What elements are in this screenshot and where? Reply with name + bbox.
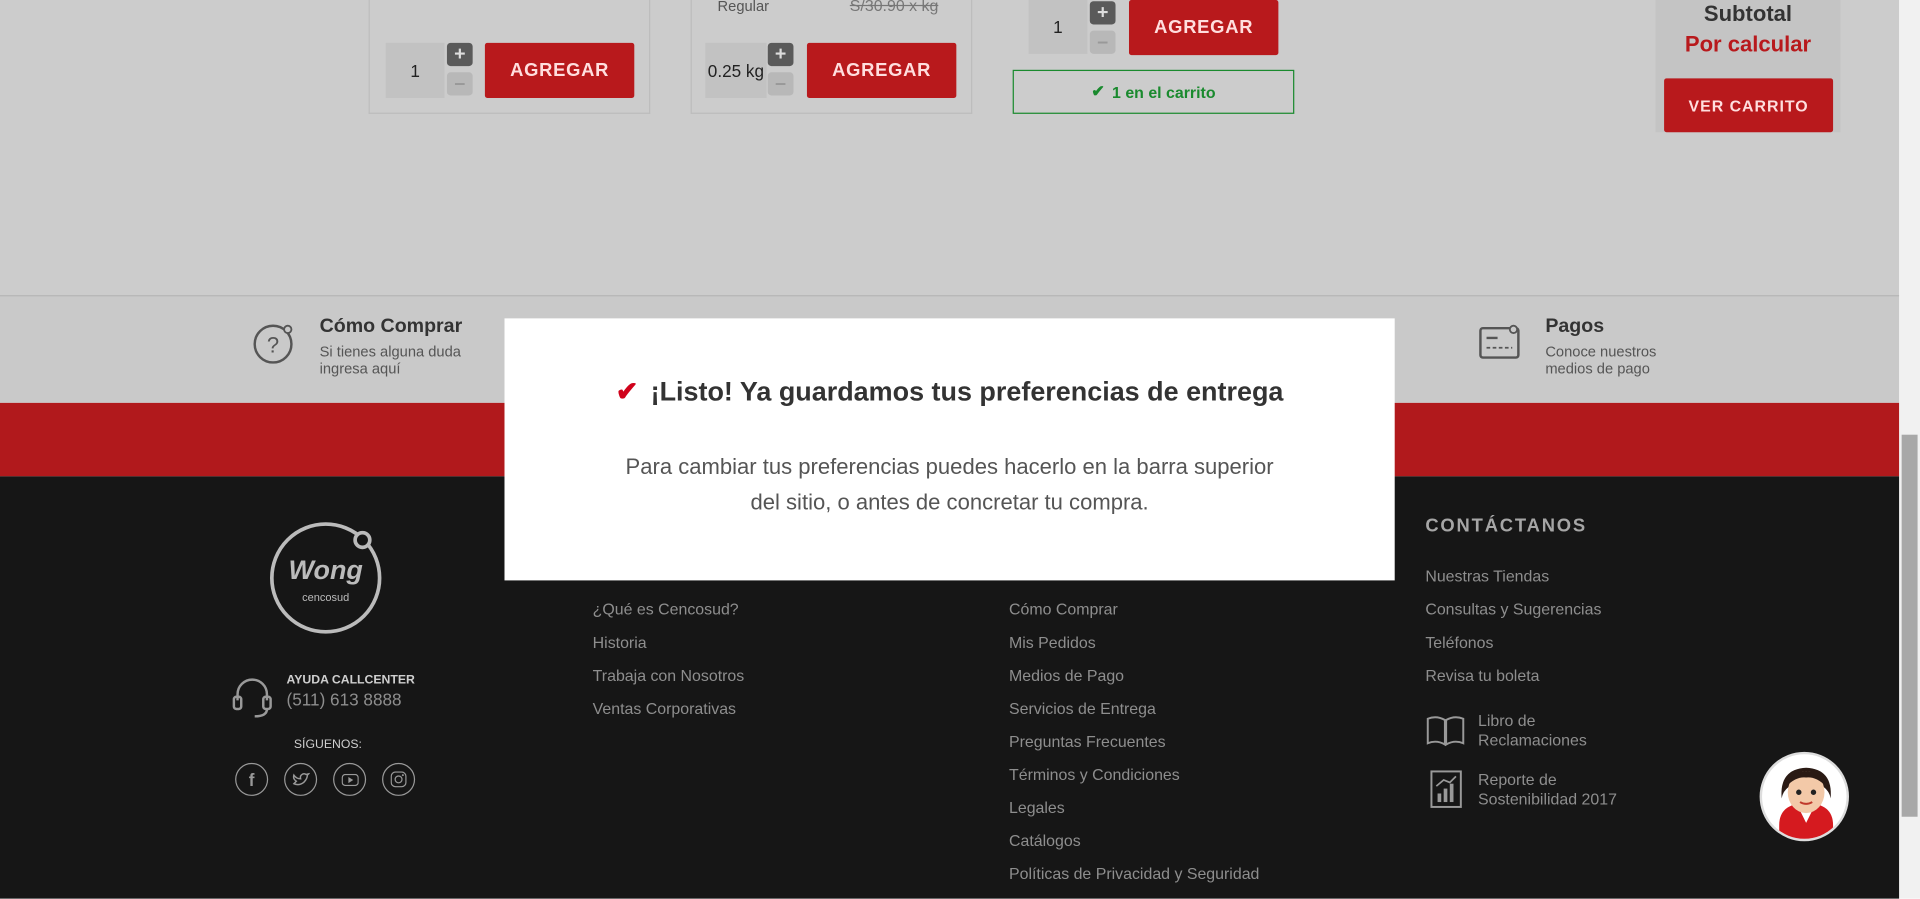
how-to-buy-line2: ingresa aquí — [319, 360, 401, 378]
payments-line1: Conoce nuestros — [1545, 342, 1657, 361]
view-cart-button[interactable]: VER CARRITO — [1664, 78, 1834, 133]
complaints-link-line1[interactable]: Libro de — [1478, 711, 1536, 729]
complaints-link-line2[interactable]: Reclamaciones — [1478, 731, 1587, 749]
footer-link[interactable]: Catálogos — [1009, 831, 1081, 849]
facebook-icon[interactable]: f — [235, 762, 269, 796]
add-to-cart-button[interactable]: AGREGAR — [1128, 0, 1279, 56]
add-to-cart-button[interactable]: AGREGAR — [806, 42, 957, 98]
footer-link[interactable]: Ventas Corporativas — [593, 699, 736, 717]
in-cart-indicator: ✔ 1 en el carrito — [1012, 69, 1295, 114]
in-cart-text: 1 en el carrito — [1112, 82, 1216, 102]
footer-link[interactable]: Términos y Condiciones — [1009, 765, 1180, 783]
chat-assistant-button[interactable] — [1759, 751, 1849, 842]
price-label: Regular — [717, 0, 770, 15]
footer-link[interactable]: Servicios de Entrega — [1009, 699, 1156, 717]
footer-link[interactable]: Preguntas Frecuentes — [1009, 732, 1166, 750]
footer-link[interactable]: Cómo Comprar — [1009, 600, 1118, 618]
instagram-icon[interactable] — [382, 762, 416, 796]
payments-line2: medios de pago — [1545, 360, 1650, 378]
footer-link[interactable]: Teléfonos — [1425, 633, 1493, 651]
footer-link[interactable]: Historia — [593, 633, 647, 651]
increment-button[interactable]: + — [446, 42, 473, 67]
modal-title: ¡Listo! Ya guardamos tus preferencias de… — [650, 375, 1284, 407]
footer-link[interactable]: Consultas y Sugerencias — [1425, 600, 1601, 618]
logo-wordmark: Wong — [288, 554, 363, 586]
report-link-line2[interactable]: Sostenibilidad 2017 — [1478, 790, 1617, 808]
quantity-input[interactable]: 0.25 kg — [705, 42, 767, 98]
report-link-line1[interactable]: Reporte de — [1478, 770, 1557, 788]
increment-button[interactable]: + — [767, 42, 794, 67]
callcenter-phone[interactable]: (511) 613 8888 — [287, 689, 402, 709]
decrement-button[interactable]: – — [446, 72, 473, 96]
modal-body-line1: Para cambiar tus preferencias puedes hac… — [625, 454, 1274, 479]
svg-text:?: ? — [267, 333, 279, 358]
footer-link[interactable]: Revisa tu boleta — [1425, 666, 1539, 684]
scrollbar-thumb[interactable] — [1901, 434, 1918, 817]
subtotal-label: Subtotal — [1703, 1, 1793, 26]
footer-link[interactable]: Trabaja con Nosotros — [593, 666, 745, 684]
payment-card-icon — [1478, 323, 1522, 362]
check-icon: ✔ — [1091, 82, 1105, 101]
decrement-button[interactable]: – — [767, 72, 794, 96]
follow-us-label: SÍGUENOS: — [293, 738, 362, 752]
quantity-input[interactable]: 1 — [385, 42, 445, 98]
footer-link[interactable]: ¿Qué es Cencosud? — [593, 600, 739, 618]
footer-link[interactable]: Nuestras Tiendas — [1425, 567, 1549, 585]
headset-icon — [230, 676, 274, 720]
complaints-book-icon — [1425, 713, 1465, 747]
footer-link[interactable]: Medios de Pago — [1009, 666, 1124, 684]
how-to-buy-line1: Si tienes alguna duda — [319, 342, 461, 361]
increment-button[interactable]: + — [1089, 1, 1116, 25]
add-to-cart-button[interactable]: AGREGAR — [484, 42, 635, 98]
checkmark-icon: ✔ — [615, 375, 639, 407]
decrement-button[interactable]: – — [1089, 30, 1116, 54]
twitter-icon[interactable] — [284, 762, 318, 796]
footer-link[interactable]: Mis Pedidos — [1009, 633, 1096, 651]
logo-subtext: cencosud — [302, 591, 350, 604]
delivery-preferences-modal: ✔ ¡Listo! Ya guardamos tus preferencias … — [504, 318, 1395, 581]
report-chart-icon — [1428, 769, 1465, 809]
modal-title-row: ✔ ¡Listo! Ya guardamos tus preferencias … — [504, 376, 1394, 408]
callcenter-label: AYUDA CALLCENTER — [286, 673, 415, 687]
how-to-buy-title[interactable]: Cómo Comprar — [320, 316, 463, 338]
footer-link[interactable]: Políticas de Privacidad y Seguridad — [1009, 864, 1259, 882]
old-price: S/30.90 x kg — [849, 0, 939, 15]
modal-body-line2: del sitio, o antes de concretar tu compr… — [750, 489, 1149, 515]
question-circle-icon: ? — [251, 321, 295, 365]
quantity-input[interactable]: 1 — [1028, 0, 1088, 54]
payments-title[interactable]: Pagos — [1545, 316, 1604, 338]
youtube-icon[interactable] — [333, 762, 367, 796]
footer-link[interactable]: Legales — [1009, 798, 1065, 816]
subtotal-value: Por calcular — [1684, 31, 1812, 57]
contact-heading: CONTÁCTANOS — [1425, 515, 1588, 537]
